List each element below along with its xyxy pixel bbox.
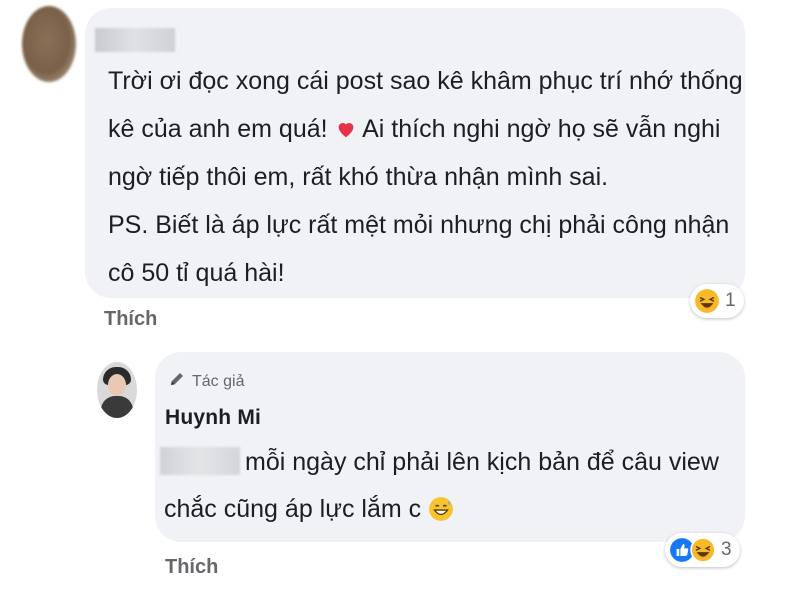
haha-icon bbox=[690, 537, 716, 563]
haha-icon bbox=[694, 288, 720, 314]
like-button[interactable]: Thích bbox=[165, 556, 218, 579]
author-avatar[interactable] bbox=[97, 362, 137, 418]
reaction-count: 1 bbox=[725, 290, 736, 311]
reaction-count: 3 bbox=[721, 539, 732, 560]
comment-text-line-2: kê của anh em quá! Ai thích nghi ngờ họ … bbox=[108, 115, 721, 143]
author-badge-label: Tác giả bbox=[192, 372, 245, 390]
reply-reaction-summary[interactable]: 3 bbox=[665, 533, 740, 567]
author-badge: Tác giả bbox=[168, 370, 244, 393]
red-heart-icon bbox=[335, 117, 357, 139]
reply-text-line-2: chắc cũng áp lực lắm c bbox=[164, 494, 454, 524]
grinning-sweat-icon bbox=[428, 496, 454, 522]
commenter-avatar[interactable] bbox=[22, 6, 76, 82]
comment-reaction-summary[interactable]: 1 bbox=[690, 284, 744, 318]
comment-bubble: Trời ơi đọc xong cái post sao kê khâm ph… bbox=[85, 8, 745, 298]
like-button[interactable]: Thích bbox=[104, 308, 157, 331]
comment-text-line: PS. Biết là áp lực rất mệt mỏi nhưng chị… bbox=[108, 211, 730, 239]
pencil-icon bbox=[168, 370, 186, 393]
comment-text-line: cô 50 tỉ quá hài! bbox=[108, 259, 285, 287]
commenter-name-redacted bbox=[95, 28, 175, 52]
reply-text-line: mỗi ngày chỉ phải lên kịch bản để câu vi… bbox=[245, 448, 719, 476]
comment-text-line: Trời ơi đọc xong cái post sao kê khâm ph… bbox=[108, 67, 743, 95]
author-name[interactable]: Huynh Mi bbox=[165, 406, 261, 430]
comment-text-line: ngờ tiếp thôi em, rất khó thừa nhận mình… bbox=[108, 163, 609, 191]
mentioned-name-redacted bbox=[160, 447, 240, 475]
